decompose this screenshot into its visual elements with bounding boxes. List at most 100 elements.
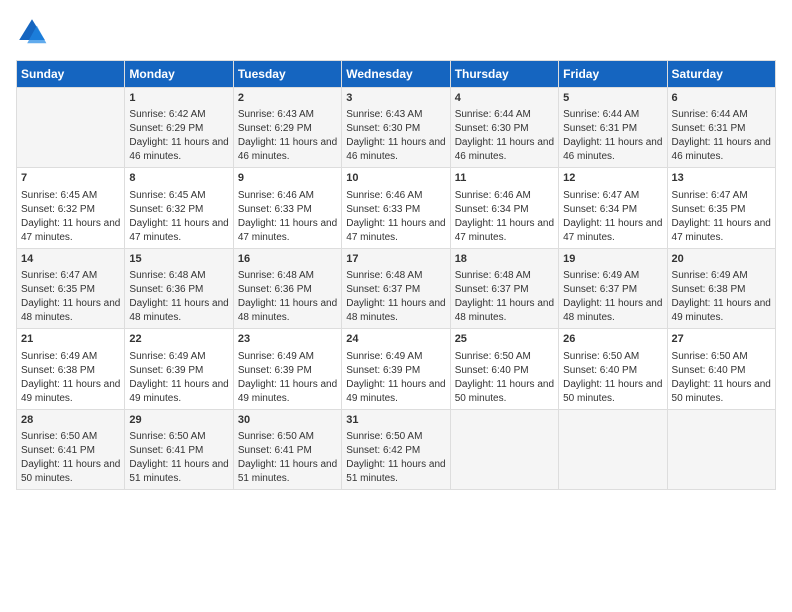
sunrise-text: Sunrise: 6:45 AM — [129, 189, 228, 203]
day-cell: 27Sunrise: 6:50 AMSunset: 6:40 PMDayligh… — [667, 329, 775, 409]
week-row-3: 14Sunrise: 6:47 AMSunset: 6:35 PMDayligh… — [17, 248, 776, 328]
day-number: 19 — [563, 252, 662, 267]
day-cell: 12Sunrise: 6:47 AMSunset: 6:34 PMDayligh… — [559, 168, 667, 248]
sunrise-text: Sunrise: 6:44 AM — [672, 108, 771, 122]
sunset-text: Sunset: 6:30 PM — [346, 122, 445, 136]
sunrise-text: Sunrise: 6:43 AM — [238, 108, 337, 122]
daylight-text: Daylight: 11 hours and 47 minutes. — [563, 217, 662, 245]
sunrise-text: Sunrise: 6:46 AM — [238, 189, 337, 203]
sunset-text: Sunset: 6:34 PM — [563, 203, 662, 217]
day-number: 11 — [455, 171, 554, 186]
daylight-text: Daylight: 11 hours and 48 minutes. — [238, 297, 337, 325]
sunset-text: Sunset: 6:31 PM — [672, 122, 771, 136]
day-cell: 20Sunrise: 6:49 AMSunset: 6:38 PMDayligh… — [667, 248, 775, 328]
day-number: 1 — [129, 91, 228, 106]
day-cell: 15Sunrise: 6:48 AMSunset: 6:36 PMDayligh… — [125, 248, 233, 328]
col-header-sunday: Sunday — [17, 61, 125, 88]
sunrise-text: Sunrise: 6:49 AM — [672, 269, 771, 283]
day-cell — [450, 409, 558, 489]
sunrise-text: Sunrise: 6:50 AM — [238, 430, 337, 444]
day-cell: 24Sunrise: 6:49 AMSunset: 6:39 PMDayligh… — [342, 329, 450, 409]
sunset-text: Sunset: 6:31 PM — [563, 122, 662, 136]
sunset-text: Sunset: 6:39 PM — [238, 364, 337, 378]
sunset-text: Sunset: 6:32 PM — [129, 203, 228, 217]
day-cell: 3Sunrise: 6:43 AMSunset: 6:30 PMDaylight… — [342, 88, 450, 168]
daylight-text: Daylight: 11 hours and 47 minutes. — [238, 217, 337, 245]
week-row-4: 21Sunrise: 6:49 AMSunset: 6:38 PMDayligh… — [17, 329, 776, 409]
sunset-text: Sunset: 6:35 PM — [21, 283, 120, 297]
col-header-monday: Monday — [125, 61, 233, 88]
sunset-text: Sunset: 6:30 PM — [455, 122, 554, 136]
sunrise-text: Sunrise: 6:48 AM — [238, 269, 337, 283]
day-cell: 22Sunrise: 6:49 AMSunset: 6:39 PMDayligh… — [125, 329, 233, 409]
daylight-text: Daylight: 11 hours and 50 minutes. — [672, 378, 771, 406]
sunset-text: Sunset: 6:37 PM — [563, 283, 662, 297]
sunrise-text: Sunrise: 6:46 AM — [455, 189, 554, 203]
sunrise-text: Sunrise: 6:49 AM — [238, 350, 337, 364]
day-cell: 4Sunrise: 6:44 AMSunset: 6:30 PMDaylight… — [450, 88, 558, 168]
sunset-text: Sunset: 6:33 PM — [238, 203, 337, 217]
sunset-text: Sunset: 6:32 PM — [21, 203, 120, 217]
daylight-text: Daylight: 11 hours and 49 minutes. — [238, 378, 337, 406]
sunset-text: Sunset: 6:39 PM — [129, 364, 228, 378]
day-number: 15 — [129, 252, 228, 267]
sunset-text: Sunset: 6:41 PM — [129, 444, 228, 458]
col-header-thursday: Thursday — [450, 61, 558, 88]
daylight-text: Daylight: 11 hours and 50 minutes. — [21, 458, 120, 486]
day-cell: 8Sunrise: 6:45 AMSunset: 6:32 PMDaylight… — [125, 168, 233, 248]
sunrise-text: Sunrise: 6:50 AM — [563, 350, 662, 364]
sunset-text: Sunset: 6:36 PM — [238, 283, 337, 297]
week-row-5: 28Sunrise: 6:50 AMSunset: 6:41 PMDayligh… — [17, 409, 776, 489]
sunrise-text: Sunrise: 6:49 AM — [21, 350, 120, 364]
day-cell: 17Sunrise: 6:48 AMSunset: 6:37 PMDayligh… — [342, 248, 450, 328]
sunset-text: Sunset: 6:40 PM — [455, 364, 554, 378]
daylight-text: Daylight: 11 hours and 46 minutes. — [346, 136, 445, 164]
sunset-text: Sunset: 6:38 PM — [21, 364, 120, 378]
day-cell: 10Sunrise: 6:46 AMSunset: 6:33 PMDayligh… — [342, 168, 450, 248]
day-cell: 9 Sunrise: 6:46 AMSunset: 6:33 PMDaylight… — [233, 168, 341, 248]
day-cell: 1Sunrise: 6:42 AMSunset: 6:29 PMDaylight… — [125, 88, 233, 168]
sunrise-text: Sunrise: 6:47 AM — [21, 269, 120, 283]
day-number: 24 — [346, 332, 445, 347]
daylight-text: Daylight: 11 hours and 48 minutes. — [21, 297, 120, 325]
calendar-table: SundayMondayTuesdayWednesdayThursdayFrid… — [16, 60, 776, 490]
day-cell: 21Sunrise: 6:49 AMSunset: 6:38 PMDayligh… — [17, 329, 125, 409]
day-number: 5 — [563, 91, 662, 106]
logo — [16, 16, 52, 48]
daylight-text: Daylight: 11 hours and 47 minutes. — [455, 217, 554, 245]
day-cell: 29Sunrise: 6:50 AMSunset: 6:41 PMDayligh… — [125, 409, 233, 489]
sunset-text: Sunset: 6:41 PM — [21, 444, 120, 458]
day-cell: 19Sunrise: 6:49 AMSunset: 6:37 PMDayligh… — [559, 248, 667, 328]
day-number: 18 — [455, 252, 554, 267]
logo-icon — [16, 16, 48, 48]
daylight-text: Daylight: 11 hours and 51 minutes. — [238, 458, 337, 486]
sunset-text: Sunset: 6:39 PM — [346, 364, 445, 378]
sunrise-text: Sunrise: 6:49 AM — [129, 350, 228, 364]
sunrise-text: Sunrise: 6:44 AM — [455, 108, 554, 122]
daylight-text: Daylight: 11 hours and 48 minutes. — [129, 297, 228, 325]
sunrise-text: Sunrise: 6:48 AM — [455, 269, 554, 283]
page-header — [16, 16, 776, 48]
sunset-text: Sunset: 6:36 PM — [129, 283, 228, 297]
day-number: 9 — [238, 171, 337, 186]
daylight-text: Daylight: 11 hours and 50 minutes. — [563, 378, 662, 406]
sunset-text: Sunset: 6:38 PM — [672, 283, 771, 297]
sunrise-text: Sunrise: 6:48 AM — [346, 269, 445, 283]
col-header-tuesday: Tuesday — [233, 61, 341, 88]
daylight-text: Daylight: 11 hours and 47 minutes. — [346, 217, 445, 245]
daylight-text: Daylight: 11 hours and 46 minutes. — [563, 136, 662, 164]
day-cell: 13Sunrise: 6:47 AMSunset: 6:35 PMDayligh… — [667, 168, 775, 248]
day-number: 13 — [672, 171, 771, 186]
header-row: SundayMondayTuesdayWednesdayThursdayFrid… — [17, 61, 776, 88]
day-number: 10 — [346, 171, 445, 186]
daylight-text: Daylight: 11 hours and 51 minutes. — [129, 458, 228, 486]
daylight-text: Daylight: 11 hours and 47 minutes. — [672, 217, 771, 245]
sunset-text: Sunset: 6:40 PM — [563, 364, 662, 378]
sunrise-text: Sunrise: 6:47 AM — [563, 189, 662, 203]
day-number: 6 — [672, 91, 771, 106]
sunrise-text: Sunrise: 6:46 AM — [346, 189, 445, 203]
col-header-friday: Friday — [559, 61, 667, 88]
daylight-text: Daylight: 11 hours and 48 minutes. — [455, 297, 554, 325]
day-number: 28 — [21, 413, 120, 428]
sunrise-text: Sunrise: 6:50 AM — [672, 350, 771, 364]
